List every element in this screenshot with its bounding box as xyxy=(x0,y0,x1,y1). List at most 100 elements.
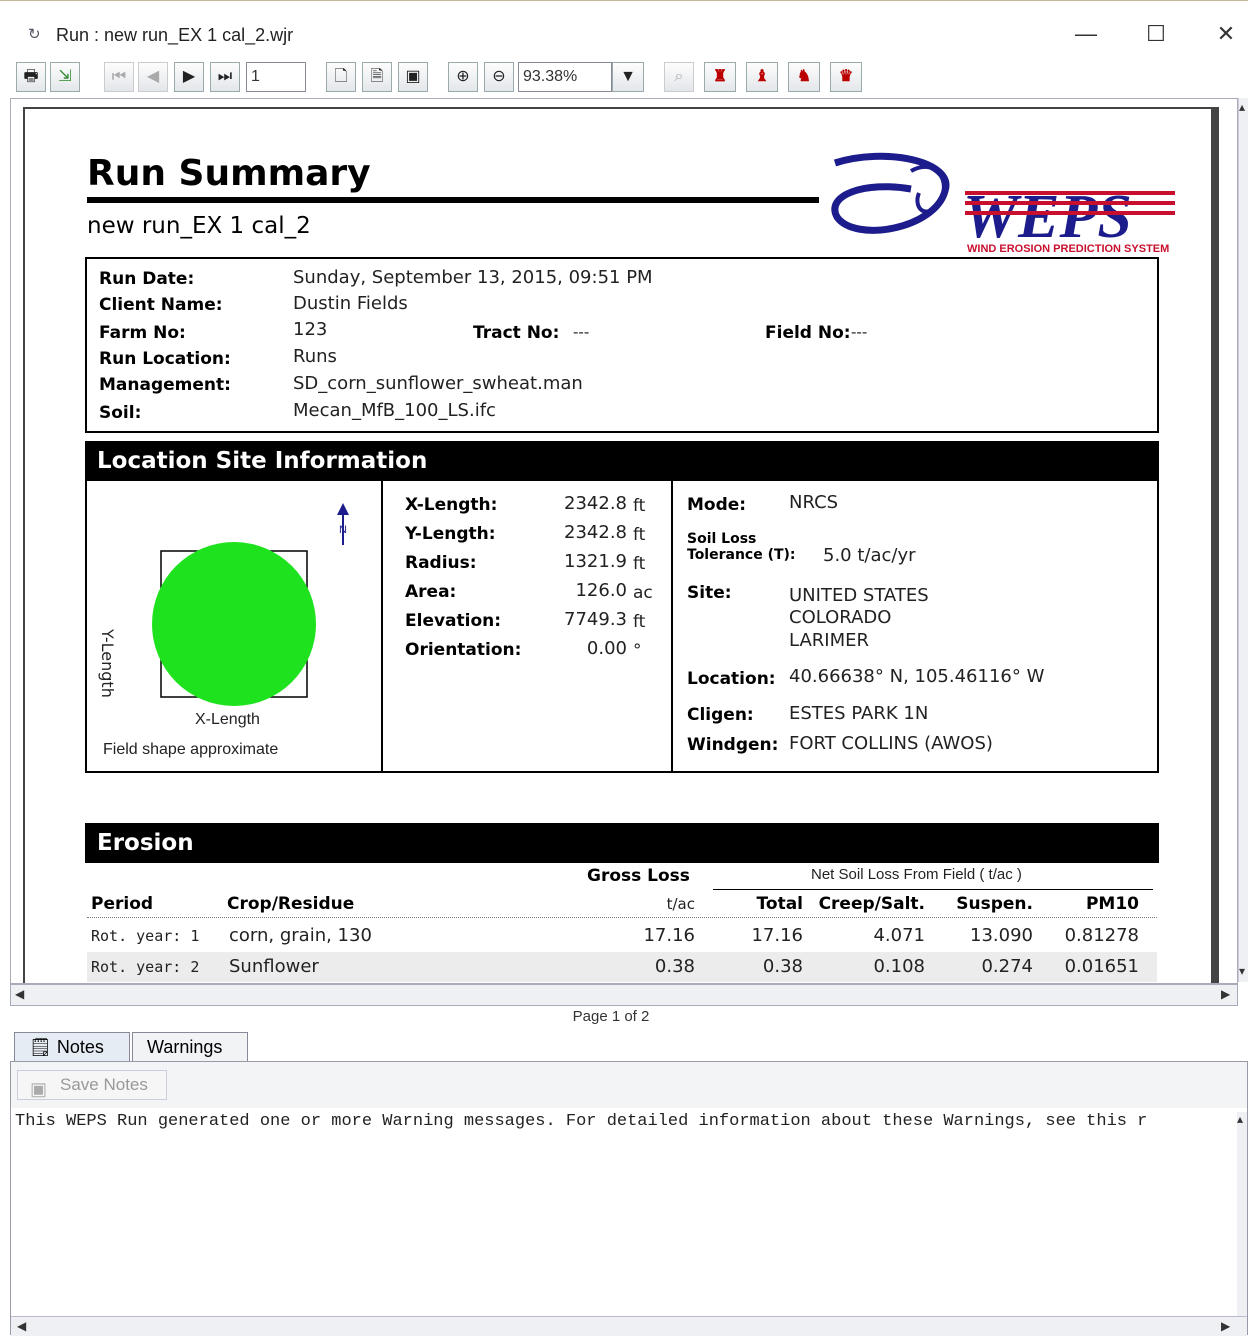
report-title: Run Summary xyxy=(87,153,371,194)
tract-value: --- xyxy=(573,323,590,341)
fit-width-icon[interactable]: 🗎 xyxy=(362,62,392,92)
cell-gross: 17.16 xyxy=(643,925,695,946)
scroll-right-icon[interactable]: ▶ xyxy=(1221,987,1230,1001)
page-status: Page 1 of 2 xyxy=(572,1008,650,1025)
zoom-input[interactable]: 93.38% xyxy=(518,62,612,92)
notes-icon: 🗒 xyxy=(29,1037,52,1057)
zoom-in-icon[interactable]: ⊕ xyxy=(448,62,478,92)
close-button[interactable]: ✕ xyxy=(1206,17,1246,51)
minimize-button[interactable]: — xyxy=(1066,17,1106,51)
cell-total: 17.16 xyxy=(751,925,803,946)
col-pm10: PM10 xyxy=(1085,894,1139,914)
location-value: 40.66638° N, 105.46116° W xyxy=(789,666,1045,687)
farm-value: 123 xyxy=(293,319,328,340)
field-shape-note: Field shape approximate xyxy=(103,741,279,758)
title-rule xyxy=(87,197,819,203)
tab-warnings[interactable]: Warnings xyxy=(132,1032,248,1062)
find-icon[interactable]: ⌕ xyxy=(664,62,694,92)
viewer-vertical-scrollbar[interactable]: ▴ ▾ xyxy=(1238,98,1248,982)
col-suspen: Suspen. xyxy=(956,894,1033,914)
zoom-dropdown-icon[interactable]: ▼ xyxy=(612,62,644,92)
tract-label: Tract No: xyxy=(473,323,560,343)
site-prop-unit: ft xyxy=(633,554,646,574)
window-title: Run : new run_EX 1 cal_2.wjr xyxy=(56,25,294,45)
scroll-left-icon[interactable]: ◀ xyxy=(15,987,24,1001)
tab-notes-label: Notes xyxy=(56,1037,104,1057)
find-case-icon[interactable]: ♞ xyxy=(788,62,820,92)
notes-vertical-scrollbar[interactable]: ▴ xyxy=(1237,1112,1247,1324)
weps-logo: WEPS WIND EROSION PREDICTION SYSTEM xyxy=(831,152,1175,255)
report-viewer: Run Summary new run_EX 1 cal_2 WEPS WIND… xyxy=(10,98,1238,984)
save-notes-button[interactable]: ▣ Save Notes xyxy=(17,1070,167,1100)
tolerance-label-1: Soil Loss xyxy=(687,531,757,547)
cligen-label: Cligen: xyxy=(687,705,754,725)
first-page-icon[interactable]: ⏮ xyxy=(104,62,134,92)
notes-textarea[interactable]: This WEPS Run generated one or more Warn… xyxy=(15,1112,1147,1131)
find-prev-icon[interactable]: ♝ xyxy=(746,62,778,92)
site-prop-label: X-Length: xyxy=(405,495,498,515)
tab-notes[interactable]: 🗒 Notes xyxy=(14,1032,130,1062)
gross-loss-header: Gross Loss xyxy=(587,866,690,886)
scroll-down-icon[interactable]: ▾ xyxy=(1239,964,1245,978)
app-icon: ↻ xyxy=(28,26,41,43)
find-whole-icon[interactable]: ♛ xyxy=(830,62,862,92)
notes-horizontal-scrollbar[interactable]: ◀ ▶ xyxy=(11,1316,1247,1336)
erosion-section-header: Erosion xyxy=(85,823,1159,863)
net-loss-header: Net Soil Loss From Field ( t/ac ) xyxy=(811,866,1022,883)
title-bar: ↻ Run : new run_EX 1 cal_2.wjr — ☐ ✕ xyxy=(0,0,1248,62)
run-date-value: Sunday, September 13, 2015, 09:51 PM xyxy=(293,267,653,288)
export-icon[interactable]: ⇲ xyxy=(50,62,80,92)
site-line-1: UNITED STATES xyxy=(789,585,929,606)
prev-page-icon[interactable]: ◀ xyxy=(138,62,168,92)
zoom-out-icon[interactable]: ⊖ xyxy=(484,62,514,92)
cell-period: Rot. year: 2 xyxy=(91,958,200,976)
management-label: Management: xyxy=(99,375,231,395)
viewer-horizontal-scrollbar[interactable]: ◀ ▶ xyxy=(10,984,1238,1006)
col-period: Period xyxy=(91,894,154,914)
notes-panel: ▣ Save Notes This WEPS Run generated one… xyxy=(10,1061,1248,1336)
farm-label: Farm No: xyxy=(99,323,186,343)
maximize-button[interactable]: ☐ xyxy=(1136,17,1176,51)
col-creep: Creep/Salt. xyxy=(818,894,925,914)
page-number-input[interactable]: 1 xyxy=(246,62,306,92)
logo-subtext: WIND EROSION PREDICTION SYSTEM xyxy=(967,243,1169,255)
next-page-icon[interactable]: ▶ xyxy=(174,62,204,92)
net-loss-rule xyxy=(713,889,1153,890)
cell-crop: corn, grain, 130 xyxy=(229,925,372,946)
run-info-box: Run Date: Sunday, September 13, 2015, 09… xyxy=(85,257,1159,433)
north-label: N xyxy=(339,524,347,536)
cell-pm10: 0.81278 xyxy=(1064,925,1139,946)
client-value: Dustin Fields xyxy=(293,293,408,314)
site-line-3: LARIMER xyxy=(789,630,869,651)
client-label: Client Name: xyxy=(99,295,223,315)
last-page-icon[interactable]: ⏭ xyxy=(210,62,240,92)
cell-suspen: 13.090 xyxy=(970,925,1033,946)
viewer-toolbar: 🖶 ⇲ ⏮ ◀ ▶ ⏭ 1 🗋 🗎 ▣ ⊕ ⊖ 93.38% ▼ ⌕ ♜ ♝ ♞… xyxy=(0,58,1248,96)
report-page: Run Summary new run_EX 1 cal_2 WEPS WIND… xyxy=(23,107,1219,983)
cligen-value: ESTES PARK 1N xyxy=(789,703,929,724)
actual-size-icon[interactable]: 🗋 xyxy=(326,62,356,92)
notes-scroll-right-icon[interactable]: ▶ xyxy=(1221,1319,1230,1333)
soil-value: Mecan_MfB_100_LS.ifc xyxy=(293,400,496,421)
site-prop-label: Orientation: xyxy=(405,640,522,660)
site-prop-value: 126.0 xyxy=(575,580,627,601)
col-gross-unit: t/ac xyxy=(666,895,695,913)
fit-page-icon[interactable]: ▣ xyxy=(398,62,428,92)
soil-label: Soil: xyxy=(99,403,142,423)
site-label: Site: xyxy=(687,583,732,603)
site-prop-label: Y-Length: xyxy=(405,524,496,544)
site-prop-value: 7749.3 xyxy=(564,609,627,630)
notes-scroll-up-icon[interactable]: ▴ xyxy=(1237,1112,1243,1126)
find-next-icon[interactable]: ♜ xyxy=(704,62,736,92)
location-label: Location: xyxy=(687,669,776,689)
print-icon[interactable]: 🖶 xyxy=(16,62,46,92)
scroll-up-icon[interactable]: ▴ xyxy=(1239,100,1245,114)
site-prop-unit: ° xyxy=(633,641,642,661)
notes-scroll-left-icon[interactable]: ◀ xyxy=(17,1319,26,1333)
save-notes-label: Save Notes xyxy=(60,1075,148,1094)
management-value: SD_corn_sunflower_swheat.man xyxy=(293,373,583,394)
tolerance-label-2: Tolerance (T): xyxy=(687,547,796,563)
site-prop-value: 0.00 xyxy=(586,638,627,659)
report-subtitle: new run_EX 1 cal_2 xyxy=(87,213,311,239)
site-prop-unit: ft xyxy=(633,525,646,545)
